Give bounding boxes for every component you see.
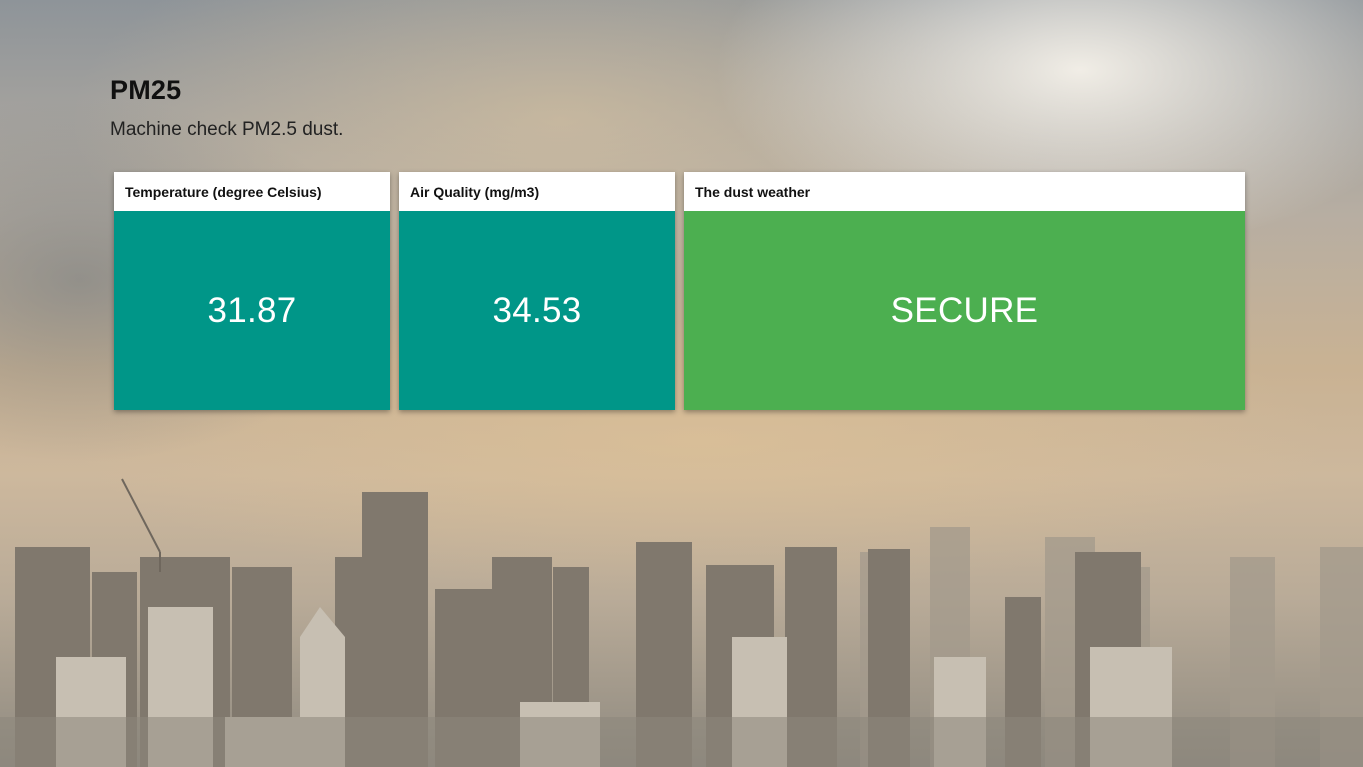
dust-weather-card-label: The dust weather (684, 172, 1245, 211)
temperature-value: 31.87 (114, 211, 390, 410)
dust-weather-card: The dust weather SECURE (684, 172, 1245, 410)
page-title: PM25 (110, 75, 182, 105)
dust-weather-status: SECURE (684, 211, 1245, 410)
air-quality-card: Air Quality (mg/m3) 34.53 (399, 172, 675, 410)
background-city-skyline (0, 478, 1363, 767)
air-quality-value: 34.53 (399, 211, 675, 410)
page-subtitle: Machine check PM2.5 dust. (110, 119, 344, 140)
temperature-card: Temperature (degree Celsius) 31.87 (114, 172, 390, 410)
temperature-card-label: Temperature (degree Celsius) (114, 172, 390, 211)
air-quality-card-label: Air Quality (mg/m3) (399, 172, 675, 211)
page-header: PM25 Machine check PM2.5 dust. (110, 72, 343, 142)
